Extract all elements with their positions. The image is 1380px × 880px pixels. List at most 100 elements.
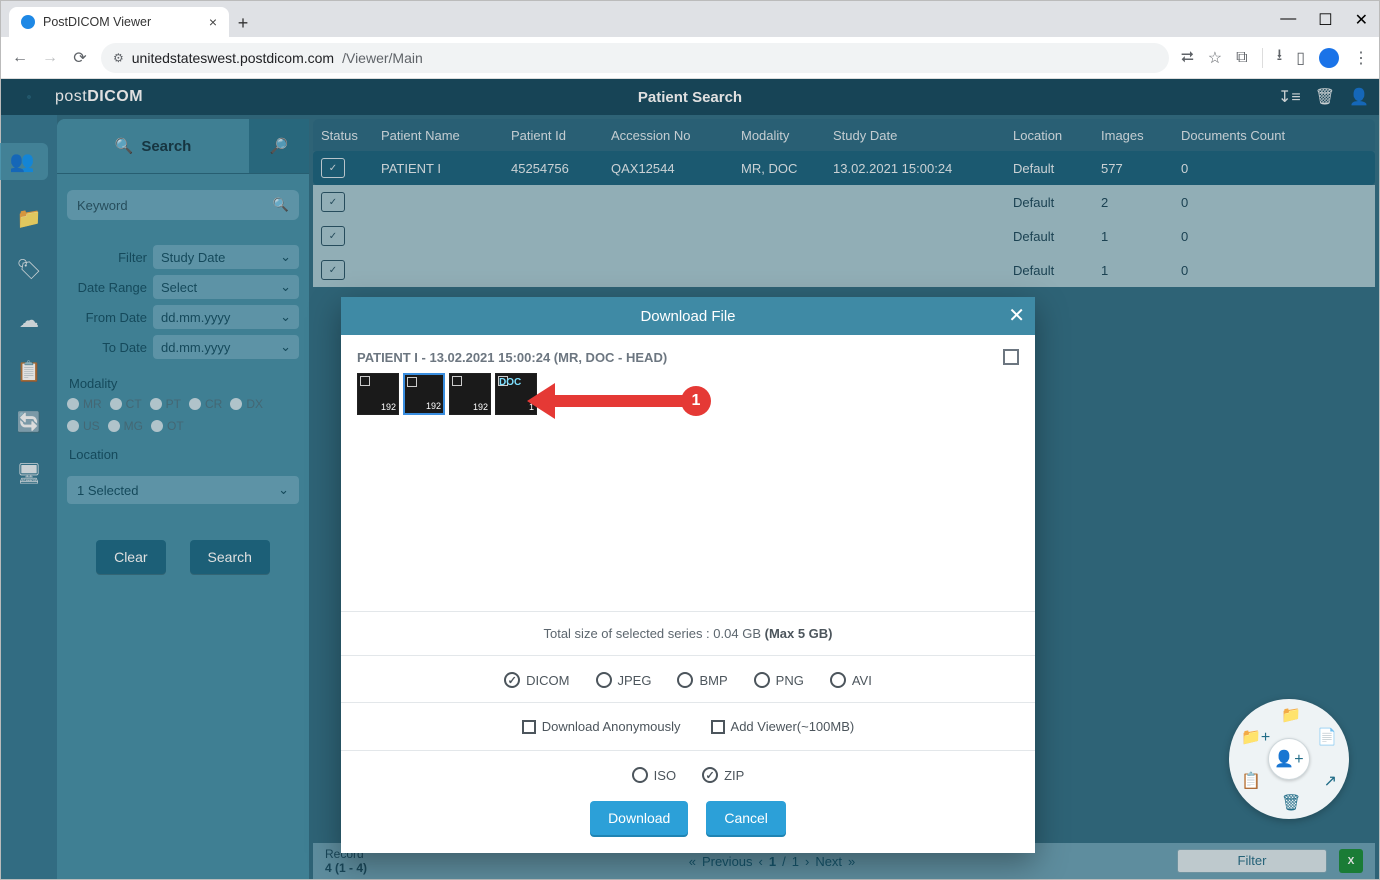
cancel-button[interactable]: Cancel	[706, 801, 786, 835]
archive-radio-iso[interactable]: ISO	[632, 767, 676, 783]
thumb-checkbox[interactable]	[360, 376, 370, 386]
th-name[interactable]: Patient Name	[381, 128, 511, 143]
format-radio-jpeg[interactable]: JPEG	[596, 672, 652, 688]
clear-button[interactable]: Clear	[96, 540, 165, 574]
modality-chip-dx[interactable]: DX	[230, 397, 263, 411]
radial-menu[interactable]: 📁 📄 ↗ 🗑 📋 📁+ 👤+	[1229, 699, 1349, 819]
th-img[interactable]: Images	[1101, 128, 1181, 143]
rail-patients-icon[interactable]: 👥	[0, 143, 48, 180]
reader-icon[interactable]: ▯	[1296, 48, 1305, 68]
last-page-icon[interactable]: »	[848, 854, 855, 869]
filter-select[interactable]: Study Date⌄	[153, 245, 299, 269]
app-header: postDICOM Patient Search ↧≡ 🗑 👤	[1, 79, 1379, 115]
filter-button[interactable]: Filter	[1177, 849, 1327, 873]
options-row: Download Anonymously Add Viewer(~100MB)	[357, 711, 1019, 742]
table-row[interactable]: ✓Default10	[313, 219, 1375, 253]
table-row[interactable]: ✓Default20	[313, 185, 1375, 219]
modality-chip-ct[interactable]: CT	[110, 397, 142, 411]
size-line: Total size of selected series : 0.04 GB …	[357, 620, 1019, 647]
keyword-input[interactable]: Keyword 🔍	[67, 190, 299, 220]
browser-tab[interactable]: PostDICOM Viewer ×	[9, 7, 229, 37]
download-button[interactable]: Download	[590, 801, 688, 835]
modality-chip-pt[interactable]: PT	[150, 397, 181, 411]
modality-chip-mr[interactable]: MR	[67, 397, 102, 411]
profile-avatar[interactable]	[1319, 48, 1339, 68]
rail-tags-icon[interactable]: 🏷	[16, 257, 41, 282]
location-select[interactable]: 1 Selected⌄	[67, 476, 299, 504]
modality-chip-mg[interactable]: MG	[108, 419, 143, 433]
close-icon[interactable]: ✕	[1008, 303, 1025, 328]
forward-icon[interactable]: →	[41, 49, 59, 67]
close-window-icon[interactable]: ✕	[1355, 10, 1368, 30]
series-thumbnail[interactable]: 192	[403, 373, 445, 415]
table-row[interactable]: ✓PATIENT I45254756QAX12544MR, DOC13.02.2…	[313, 151, 1375, 185]
radial-form-icon[interactable]: 📋	[1241, 771, 1261, 791]
rail-screens-icon[interactable]: 🖥	[16, 461, 41, 486]
downloads-icon[interactable]: ⭳	[1277, 44, 1283, 71]
translate-icon[interactable]: ⮂	[1181, 49, 1194, 67]
radial-delete-icon[interactable]: 🗑	[1281, 793, 1301, 813]
export-excel-icon[interactable]: X	[1339, 849, 1363, 873]
record-value: 4 (1 - 4)	[325, 861, 367, 875]
radial-add-user-icon[interactable]: 👤+	[1268, 738, 1310, 780]
to-date-input[interactable]: dd.mm.yyyy⌄	[153, 335, 299, 359]
select-all-checkbox[interactable]	[1003, 349, 1019, 365]
site-settings-icon[interactable]: ⚙	[113, 51, 124, 65]
chevron-down-icon: ⌄	[280, 249, 291, 265]
rail-sync-icon[interactable]: 🔄	[17, 410, 42, 435]
modality-chip-us[interactable]: US	[67, 419, 100, 433]
extensions-icon[interactable]: ⧉	[1236, 49, 1247, 67]
maximize-icon[interactable]: ☐	[1318, 10, 1332, 30]
anonymize-checkbox[interactable]: Download Anonymously	[522, 719, 681, 734]
th-mod[interactable]: Modality	[741, 128, 833, 143]
radial-add-folder-icon[interactable]: 📁+	[1241, 727, 1270, 747]
format-radio-dicom[interactable]: DICOM	[504, 672, 569, 688]
search-button[interactable]: Search	[190, 540, 270, 574]
back-icon[interactable]: ←	[11, 49, 29, 67]
th-doc[interactable]: Documents Count	[1181, 128, 1367, 143]
address-bar: ← → ⟳ ⚙ unitedstateswest.postdicom.com/V…	[1, 37, 1379, 79]
th-acc[interactable]: Accession No	[611, 128, 741, 143]
minimize-icon[interactable]: —	[1280, 10, 1296, 30]
url-input[interactable]: ⚙ unitedstateswest.postdicom.com/Viewer/…	[101, 43, 1169, 73]
radial-report-icon[interactable]: 📄	[1317, 727, 1337, 747]
radial-share-icon[interactable]: ↗	[1324, 771, 1337, 791]
download-modal: Download File ✕ PATIENT I - 13.02.2021 1…	[341, 297, 1035, 853]
prev-button[interactable]: Previous	[702, 854, 753, 869]
th-loc[interactable]: Location	[1013, 128, 1101, 143]
th-date[interactable]: Study Date	[833, 128, 1013, 143]
from-date-input[interactable]: dd.mm.yyyy⌄	[153, 305, 299, 329]
bookmark-icon[interactable]: ☆	[1208, 48, 1222, 68]
kebab-menu-icon[interactable]: ⋮	[1353, 48, 1369, 68]
rail-folder-icon[interactable]: 📁	[17, 206, 42, 231]
search-tab[interactable]: 🔍 Search	[57, 119, 249, 173]
thumb-checkbox[interactable]	[407, 377, 417, 387]
format-radio-avi[interactable]: AVI	[830, 672, 872, 688]
status-icon: ✓	[321, 226, 345, 246]
left-rail: 👥 📁 🏷 ☁ 📋 🔄 🖥	[1, 115, 57, 879]
format-radio-bmp[interactable]: BMP	[677, 672, 727, 688]
advanced-search-tab[interactable]: 🔎	[249, 119, 309, 173]
table-row[interactable]: ✓Default10	[313, 253, 1375, 287]
close-tab-icon[interactable]: ×	[209, 14, 217, 30]
th-pid[interactable]: Patient Id	[511, 128, 611, 143]
new-tab-button[interactable]: +	[229, 9, 257, 37]
rail-upload-icon[interactable]: ☁	[19, 308, 39, 333]
first-page-icon[interactable]: «	[689, 854, 696, 869]
next-page-icon[interactable]: ›	[805, 854, 809, 869]
th-status[interactable]: Status	[321, 128, 381, 143]
archive-radio-zip[interactable]: ZIP	[702, 767, 744, 783]
thumb-checkbox[interactable]	[452, 376, 462, 386]
date-range-select[interactable]: Select⌄	[153, 275, 299, 299]
series-thumbnail[interactable]: 192	[357, 373, 399, 415]
prev-page-icon[interactable]: ‹	[759, 854, 763, 869]
add-viewer-checkbox[interactable]: Add Viewer(~100MB)	[711, 719, 855, 734]
format-radio-png[interactable]: PNG	[754, 672, 804, 688]
reload-icon[interactable]: ⟳	[71, 48, 89, 68]
modality-chip-ot[interactable]: OT	[151, 419, 184, 433]
rail-worklist-icon[interactable]: 📋	[17, 359, 42, 384]
radial-folder-icon[interactable]: 📁	[1281, 705, 1301, 725]
series-thumbnail[interactable]: 192	[449, 373, 491, 415]
next-button[interactable]: Next	[815, 854, 842, 869]
modality-chip-cr[interactable]: CR	[189, 397, 222, 411]
